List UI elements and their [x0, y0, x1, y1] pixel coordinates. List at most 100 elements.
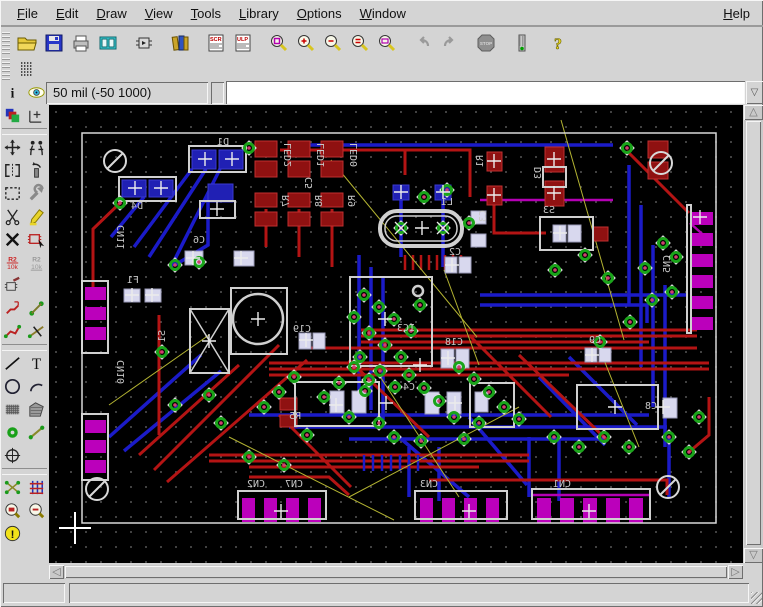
svg-text:R7: R7 — [281, 195, 292, 207]
scroll-up-arrow-icon[interactable]: △ — [744, 105, 763, 120]
toolbar-group — [508, 30, 535, 55]
palette-empty-cell — [24, 275, 48, 297]
menu-draw[interactable]: Draw — [87, 3, 135, 24]
menu-window[interactable]: Window — [351, 3, 415, 24]
menu-tools[interactable]: Tools — [182, 3, 230, 24]
redo-icon — [439, 32, 461, 54]
tool-drc-button[interactable] — [0, 500, 24, 522]
menu-file[interactable]: File — [8, 3, 47, 24]
tool-mirror-button[interactable] — [0, 160, 24, 182]
cam-button[interactable] — [94, 30, 121, 55]
menu-edit[interactable]: Edit — [47, 3, 87, 24]
tool-show-button[interactable] — [24, 82, 48, 104]
traffic-light-button[interactable] — [508, 30, 535, 55]
menu-library[interactable]: Library — [230, 3, 288, 24]
tool-wire-button[interactable] — [0, 353, 24, 375]
command-palette: i R210kR210k T! — [0, 81, 49, 543]
tool-ratsnest-button[interactable] — [0, 477, 24, 499]
status-left-panel — [3, 583, 65, 603]
grid-button[interactable] — [13, 56, 40, 81]
tool-change-button[interactable] — [24, 183, 48, 205]
scroll-left-arrow-icon[interactable]: ◁ — [49, 565, 64, 579]
svg-text:C2: C2 — [449, 247, 461, 258]
vertical-scroll-thumb[interactable] — [746, 121, 761, 545]
redo-button[interactable] — [436, 30, 463, 55]
stop-button[interactable]: STOP — [472, 30, 499, 55]
tool-ripup-button[interactable] — [24, 321, 48, 343]
ulp-button[interactable]: ULP — [229, 30, 256, 55]
board-button[interactable] — [130, 30, 157, 55]
tool-circle-button[interactable] — [0, 376, 24, 398]
menu-view[interactable]: View — [136, 3, 182, 24]
tool-optimize-button[interactable] — [24, 298, 48, 320]
tool-errors-button[interactable]: ! — [0, 523, 24, 545]
tool-cut-button[interactable] — [0, 206, 24, 228]
toolbar-grip[interactable] — [2, 32, 10, 54]
zoom-out-button[interactable] — [319, 30, 346, 55]
library-icon — [169, 32, 191, 54]
open-button[interactable] — [13, 30, 40, 55]
tool-signal-button[interactable] — [24, 422, 48, 444]
tool-display-button[interactable] — [0, 105, 24, 127]
tool-info-button[interactable]: i — [0, 82, 24, 104]
palette-empty-cell — [24, 445, 48, 467]
tool-arc-button[interactable] — [24, 376, 48, 398]
wire-icon — [2, 353, 23, 374]
drc-icon — [2, 500, 23, 521]
menu-help[interactable]: Help — [714, 3, 759, 24]
svg-text:R2: R2 — [8, 257, 17, 264]
tool-name-button[interactable]: R210k — [0, 252, 24, 274]
toolbar-group — [13, 30, 121, 55]
menu-options[interactable]: Options — [288, 3, 351, 24]
tool-check-button[interactable] — [24, 500, 48, 522]
copy-icon — [26, 137, 47, 158]
print-button[interactable] — [67, 30, 94, 55]
tool-via-button[interactable] — [0, 422, 24, 444]
tool-add-button[interactable] — [24, 229, 48, 251]
palette-row — [0, 159, 49, 182]
zoom-fit-button[interactable] — [265, 30, 292, 55]
tool-hole-button[interactable] — [0, 445, 24, 467]
command-history-dropdown-button[interactable]: ▽ — [746, 81, 763, 104]
tool-paste-button[interactable] — [24, 206, 48, 228]
tool-rect-button[interactable] — [0, 399, 24, 421]
tool-polygon-button[interactable] — [24, 399, 48, 421]
help-button[interactable]: ? — [544, 30, 571, 55]
tool-delete-button[interactable] — [0, 229, 24, 251]
arc-icon — [26, 376, 47, 397]
tool-mark-button[interactable] — [24, 105, 48, 127]
library-button[interactable] — [166, 30, 193, 55]
tool-auto-button[interactable] — [24, 477, 48, 499]
tool-text-button[interactable]: T — [24, 353, 48, 375]
tool-smash-button[interactable] — [0, 275, 24, 297]
zoom-select-button[interactable] — [346, 30, 373, 55]
tool-move-button[interactable] — [0, 137, 24, 159]
svg-text:L1: L1 — [441, 197, 453, 208]
tool-group-button[interactable] — [0, 183, 24, 205]
toolbar2-grip[interactable] — [2, 58, 10, 80]
tool-value-button[interactable]: R210k — [24, 252, 48, 274]
save-button[interactable] — [40, 30, 67, 55]
tool-split-button[interactable] — [0, 298, 24, 320]
zoom-redraw-button[interactable] — [373, 30, 400, 55]
horizontal-scrollbar[interactable]: ◁ ▷ — [49, 565, 743, 579]
zoom-in-button[interactable] — [292, 30, 319, 55]
svg-text:R8: R8 — [314, 195, 325, 207]
command-input[interactable] — [226, 81, 745, 104]
palette-row — [0, 228, 49, 251]
pcb-canvas[interactable]: D1D4LED2LED1LED0R7R8R9C5L1C3R1D3S3C6F1S1… — [49, 105, 743, 563]
tool-copy-button[interactable] — [24, 137, 48, 159]
vertical-scrollbar[interactable]: △ ▽ — [744, 105, 763, 563]
move-icon — [2, 137, 23, 158]
undo-button[interactable] — [409, 30, 436, 55]
scroll-down-arrow-icon[interactable]: ▽ — [744, 548, 763, 563]
tool-rotate-button[interactable] — [24, 160, 48, 182]
tool-route-button[interactable] — [0, 321, 24, 343]
horizontal-scroll-thumb[interactable] — [65, 566, 727, 578]
palette-empty-cell — [24, 523, 48, 545]
grid-icon — [21, 63, 33, 75]
scr-button[interactable]: SCR — [202, 30, 229, 55]
window-resize-grip[interactable] — [751, 592, 762, 604]
svg-text:LED1: LED1 — [316, 143, 327, 167]
scroll-right-arrow-icon[interactable]: ▷ — [728, 565, 743, 579]
